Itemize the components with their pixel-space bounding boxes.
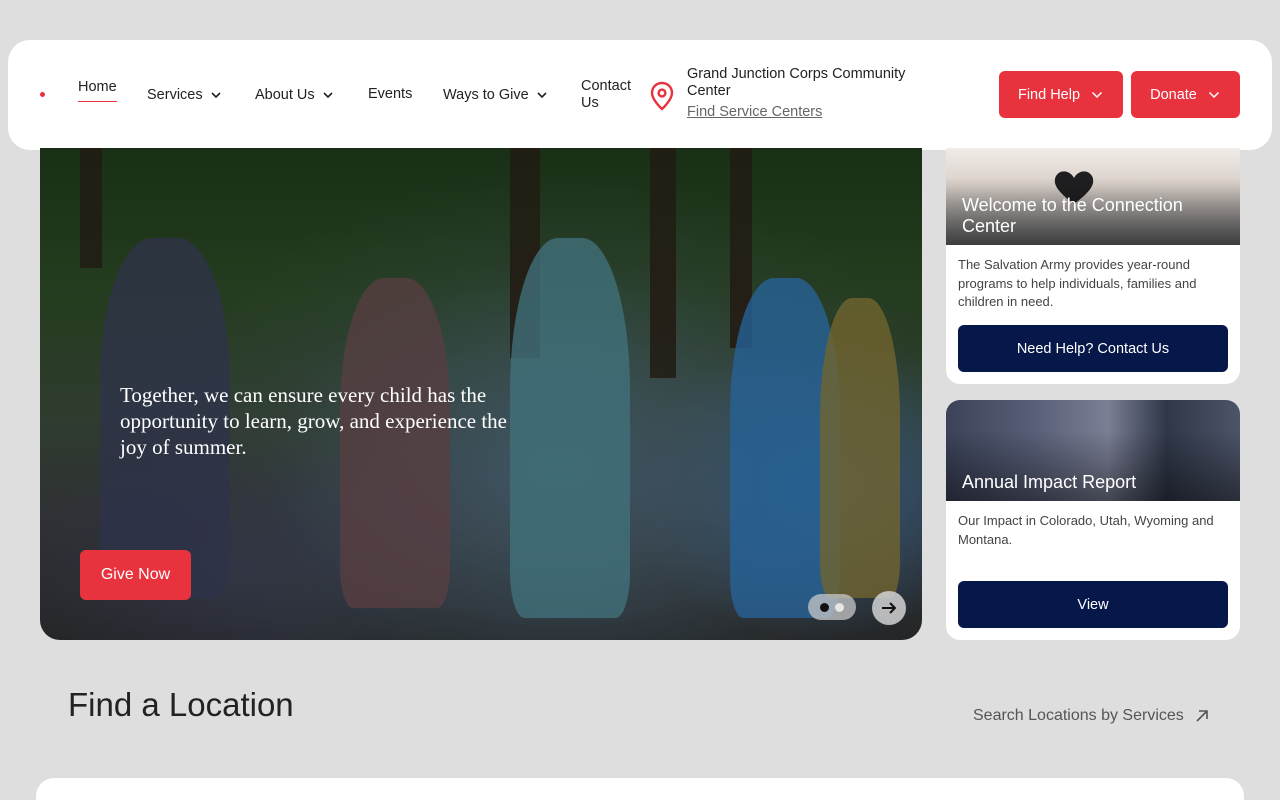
nav-home[interactable]: Home (78, 40, 117, 150)
chevron-down-icon (537, 92, 547, 99)
nav-services[interactable]: Services (147, 40, 223, 150)
arrow-up-right-icon (1196, 710, 1208, 722)
impact-report-card: Annual Impact Report Our Impact in Color… (946, 400, 1240, 640)
card-description: The Salvation Army provides year-round p… (958, 257, 1197, 309)
connection-center-card: Welcome to the Connection Center The Sal… (946, 148, 1240, 384)
nav-about-us[interactable]: About Us (255, 40, 335, 150)
hero-image-tree (650, 148, 676, 378)
hero-image-tree (510, 148, 540, 358)
hero-headline: Together, we can ensure every child has … (120, 383, 508, 459)
carousel-pagination (808, 594, 856, 620)
hero-image-tree (80, 148, 102, 268)
hero-image-figure (730, 278, 840, 618)
hero-carousel: Together, we can ensure every child has … (40, 148, 922, 640)
find-help-button[interactable]: Find Help (999, 71, 1123, 118)
chevron-down-icon (323, 92, 333, 99)
donate-label: Donate (1150, 86, 1197, 103)
carousel-dot-1[interactable] (820, 602, 829, 612)
nav-contact-us[interactable]: Contact Us (581, 40, 641, 150)
chevron-down-icon (211, 92, 221, 99)
find-service-centers-link[interactable]: Find Service Centers (687, 104, 822, 120)
nav-ways-to-give-label: Ways to Give (443, 87, 529, 103)
hero-image-tree (730, 148, 752, 348)
donate-button[interactable]: Donate (1131, 71, 1240, 118)
nav-services-label: Services (147, 87, 203, 103)
map-pin-icon (650, 81, 674, 111)
find-location-heading: Find a Location (68, 686, 294, 723)
card-title: Welcome to the Connection Center (962, 195, 1183, 236)
card-description: Our Impact in Colorado, Utah, Wyoming an… (958, 513, 1214, 547)
active-underline (78, 101, 117, 102)
hero-image-figure (510, 238, 630, 618)
nav-events[interactable]: Events (368, 40, 412, 150)
chevron-down-icon (1092, 91, 1103, 98)
search-locations-link[interactable]: Search Locations by Services (973, 707, 1210, 725)
arrow-right-icon (882, 602, 897, 614)
card-title: Annual Impact Report (962, 472, 1137, 492)
carousel-dot-2[interactable] (835, 602, 844, 612)
search-locations-label: Search Locations by Services (973, 707, 1184, 724)
nav-ways-to-give[interactable]: Ways to Give (443, 40, 549, 150)
find-help-label: Find Help (1017, 86, 1081, 103)
need-help-contact-button[interactable]: Need Help? Contact Us (958, 325, 1228, 372)
logo[interactable] (40, 92, 45, 97)
give-now-button[interactable]: Give Now (80, 550, 191, 600)
chevron-down-icon (1208, 91, 1219, 98)
nav-home-label: Home (78, 79, 117, 95)
hero-image-figure (820, 298, 900, 598)
site-header: Home Services About Us Events Ways to Gi… (8, 40, 1272, 150)
location-panel (36, 778, 1244, 800)
carousel-next-button[interactable] (872, 591, 906, 625)
location-name: Grand Junction Corps Community Center (687, 66, 906, 99)
nav-events-label: Events (368, 86, 413, 102)
nav-about-us-label: About Us (255, 87, 315, 103)
nav-contact-us-label: Contact Us (581, 78, 631, 111)
view-report-button[interactable]: View (958, 581, 1228, 628)
